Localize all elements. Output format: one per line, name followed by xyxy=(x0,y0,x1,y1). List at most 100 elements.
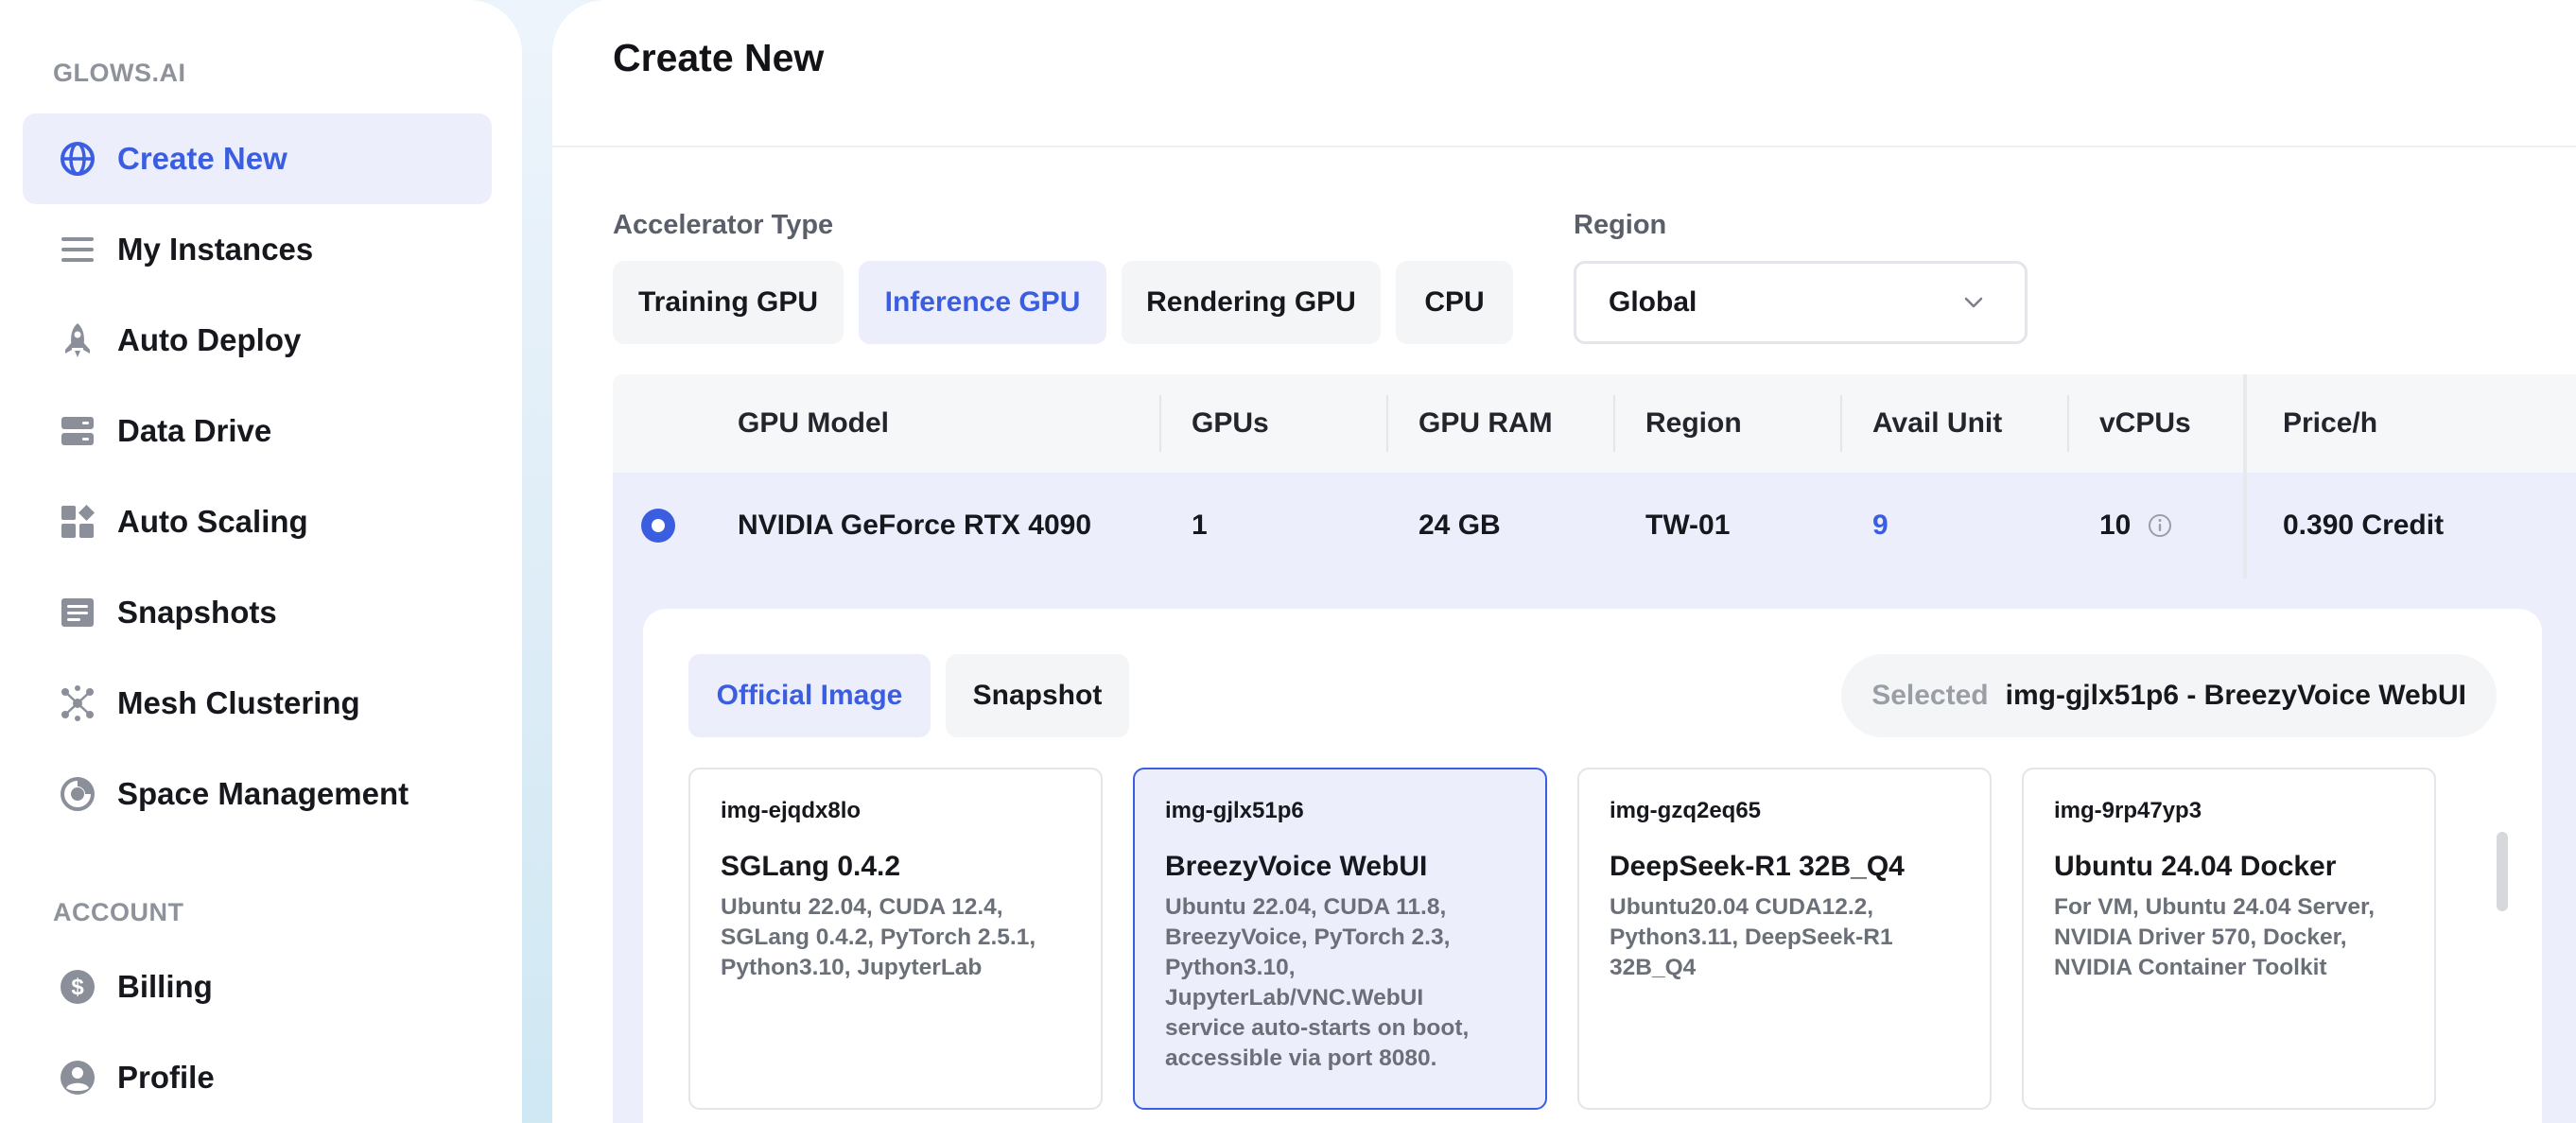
list-icon xyxy=(57,229,98,270)
sidebar-item-mesh-clustering[interactable]: Mesh Clustering xyxy=(23,658,492,749)
image-selection-panel: Official Image Snapshot Selected img-gjl… xyxy=(643,609,2542,1123)
sidebar-item-snapshots[interactable]: Snapshots xyxy=(23,567,492,658)
image-description-line: Ubuntu 22.04, CUDA 12.4, xyxy=(721,894,1003,920)
image-description-line: SGLang 0.4.2, PyTorch 2.5.1, xyxy=(721,924,1036,950)
chevron-down-icon xyxy=(1964,297,1983,308)
selected-image-indicator: Selected img-gjlx51p6 - BreezyVoice WebU… xyxy=(1841,654,2497,737)
accelerator-type-label: Accelerator Type xyxy=(613,210,834,240)
sidebar-item-billing[interactable]: $ Billing xyxy=(23,942,492,1032)
image-description: Ubuntu20.04 CUDA12.2, Python3.11, DeepSe… xyxy=(1610,892,1959,983)
image-description-line: service auto-starts on boot, xyxy=(1165,1015,1470,1041)
image-description-line: NVIDIA Container Toolkit xyxy=(2054,955,2327,980)
column-header-gpu-ram: GPU RAM xyxy=(1419,407,1553,439)
column-header-gpus: GPUs xyxy=(1192,407,1269,439)
column-header-gpu-model: GPU Model xyxy=(738,407,890,439)
image-description-line: Python3.11, DeepSeek-R1 xyxy=(1610,924,1893,950)
tab-official-image[interactable]: Official Image xyxy=(688,654,931,737)
column-header-vcpus: vCPUs xyxy=(2099,407,2191,439)
sidebar-item-label: Snapshots xyxy=(117,595,277,630)
region-select[interactable]: Global xyxy=(1574,261,2028,344)
sidebar-item-space-management[interactable]: Space Management xyxy=(23,749,492,839)
globe-icon xyxy=(57,138,98,180)
accelerator-option-training-gpu[interactable]: Training GPU xyxy=(613,261,844,344)
image-description-line: Ubuntu 22.04, CUDA 11.8, xyxy=(1165,894,1447,920)
column-header-region: Region xyxy=(1645,407,1742,439)
selected-label: Selected xyxy=(1871,680,1989,711)
brand-label: GLOWS.AI xyxy=(53,59,186,87)
account-section-title: ACCOUNT xyxy=(53,898,184,926)
image-id: img-gzq2eq65 xyxy=(1610,798,1762,823)
image-description: Ubuntu 22.04, CUDA 12.4, SGLang 0.4.2, P… xyxy=(721,892,1070,983)
column-divider xyxy=(1613,395,1615,452)
cell-gpus: 1 xyxy=(1192,510,1208,541)
sidebar-item-label: Auto Scaling xyxy=(117,504,308,539)
image-card[interactable]: img-gzq2eq65 DeepSeek-R1 32B_Q4 Ubuntu20… xyxy=(1577,768,1992,1110)
svg-text:$: $ xyxy=(71,975,84,1000)
image-description-line: For VM, Ubuntu 24.04 Server, xyxy=(2054,894,2376,920)
image-description: Ubuntu 22.04, CUDA 11.8, BreezyVoice, Py… xyxy=(1165,892,1515,1074)
sidebar-item-label: Auto Deploy xyxy=(117,322,302,357)
accelerator-option-inference-gpu[interactable]: Inference GPU xyxy=(859,261,1106,344)
accelerator-option-cpu[interactable]: CPU xyxy=(1396,261,1513,344)
image-id: img-gjlx51p6 xyxy=(1165,798,1304,823)
sticky-column-divider xyxy=(2243,374,2247,579)
sidebar-item-auto-scaling[interactable]: Auto Scaling xyxy=(23,476,492,567)
rocket-icon xyxy=(57,320,98,361)
space-icon xyxy=(57,773,98,815)
cell-avail-unit: 9 xyxy=(1872,510,1888,541)
image-card[interactable]: img-9rp47yp3 Ubuntu 24.04 Docker For VM,… xyxy=(2022,768,2436,1110)
image-description-line: Ubuntu20.04 CUDA12.2, xyxy=(1610,894,1874,920)
image-description-line: Python3.10, xyxy=(1165,955,1296,980)
cell-gpu-model: NVIDIA GeForce RTX 4090 xyxy=(738,510,1092,541)
user-icon xyxy=(57,1057,98,1098)
image-id: img-ejqdx8lo xyxy=(721,798,862,823)
page-title: Create New xyxy=(613,36,825,79)
image-name: BreezyVoice WebUI xyxy=(1165,851,1428,882)
cell-price: 0.390 Credit xyxy=(2283,510,2445,541)
main-panel: Create New Accelerator Type Training GPU… xyxy=(552,0,2576,1123)
table-row[interactable]: NVIDIA GeForce RTX 4090 1 24 GB TW-01 9 … xyxy=(613,473,2576,579)
sidebar-item-profile[interactable]: Profile xyxy=(23,1032,492,1123)
widgets-icon xyxy=(57,501,98,543)
sidebar-item-create-new[interactable]: Create New xyxy=(23,113,492,204)
image-description-line: accessible via port 8080. xyxy=(1165,1045,1437,1071)
card-list-scrollbar[interactable] xyxy=(2497,832,2508,911)
sidebar-item-data-drive[interactable]: Data Drive xyxy=(23,386,492,476)
image-name: Ubuntu 24.04 Docker xyxy=(2054,851,2337,882)
image-description-line: NVIDIA Driver 570, Docker, xyxy=(2054,924,2347,950)
image-description-line: JupyterLab/VNC.WebUI xyxy=(1165,985,1424,1011)
table-header: GPU Model GPUs GPU RAM Region Avail Unit… xyxy=(613,374,2576,473)
cell-region: TW-01 xyxy=(1645,510,1731,541)
sidebar-item-auto-deploy[interactable]: Auto Deploy xyxy=(23,295,492,386)
info-icon[interactable] xyxy=(2147,512,2173,539)
sidebar-item-label: Data Drive xyxy=(117,413,272,448)
image-description: For VM, Ubuntu 24.04 Server, NVIDIA Driv… xyxy=(2054,892,2404,983)
snapshot-icon xyxy=(57,592,98,633)
image-id: img-9rp47yp3 xyxy=(2054,798,2202,823)
selected-image-value: img-gjlx51p6 - BreezyVoice WebUI xyxy=(2005,680,2466,711)
accelerator-option-rendering-gpu[interactable]: Rendering GPU xyxy=(1122,261,1381,344)
image-description-line: 32B_Q4 xyxy=(1610,955,1697,980)
image-name: SGLang 0.4.2 xyxy=(721,851,901,882)
sidebar-item-label: Mesh Clustering xyxy=(117,685,360,720)
cell-gpu-ram: 24 GB xyxy=(1419,510,1501,541)
sidebar: GLOWS.AI Create New My Instances Auto De… xyxy=(0,0,522,1123)
region-select-value: Global xyxy=(1609,286,1697,318)
main-nav: Create New My Instances Auto Deploy Data… xyxy=(0,113,522,839)
tab-snapshot[interactable]: Snapshot xyxy=(946,654,1129,737)
column-divider xyxy=(2067,395,2069,452)
sidebar-item-label: My Instances xyxy=(117,232,314,267)
column-header-avail-unit: Avail Unit xyxy=(1872,407,2003,439)
image-name: DeepSeek-R1 32B_Q4 xyxy=(1610,851,1905,882)
image-card[interactable]: img-ejqdx8lo SGLang 0.4.2 Ubuntu 22.04, … xyxy=(688,768,1103,1110)
image-card-selected[interactable]: img-gjlx51p6 BreezyVoice WebUI Ubuntu 22… xyxy=(1133,768,1547,1110)
storage-icon xyxy=(57,410,98,452)
column-divider xyxy=(1159,395,1161,452)
sidebar-item-label: Profile xyxy=(117,1060,215,1095)
cell-vcpus: 10 xyxy=(2099,510,2132,541)
row-radio-selected[interactable] xyxy=(641,509,675,543)
region-label: Region xyxy=(1574,210,1667,240)
title-divider xyxy=(552,146,2576,147)
sidebar-item-my-instances[interactable]: My Instances xyxy=(23,204,492,295)
account-nav: $ Billing Profile xyxy=(0,942,522,1123)
